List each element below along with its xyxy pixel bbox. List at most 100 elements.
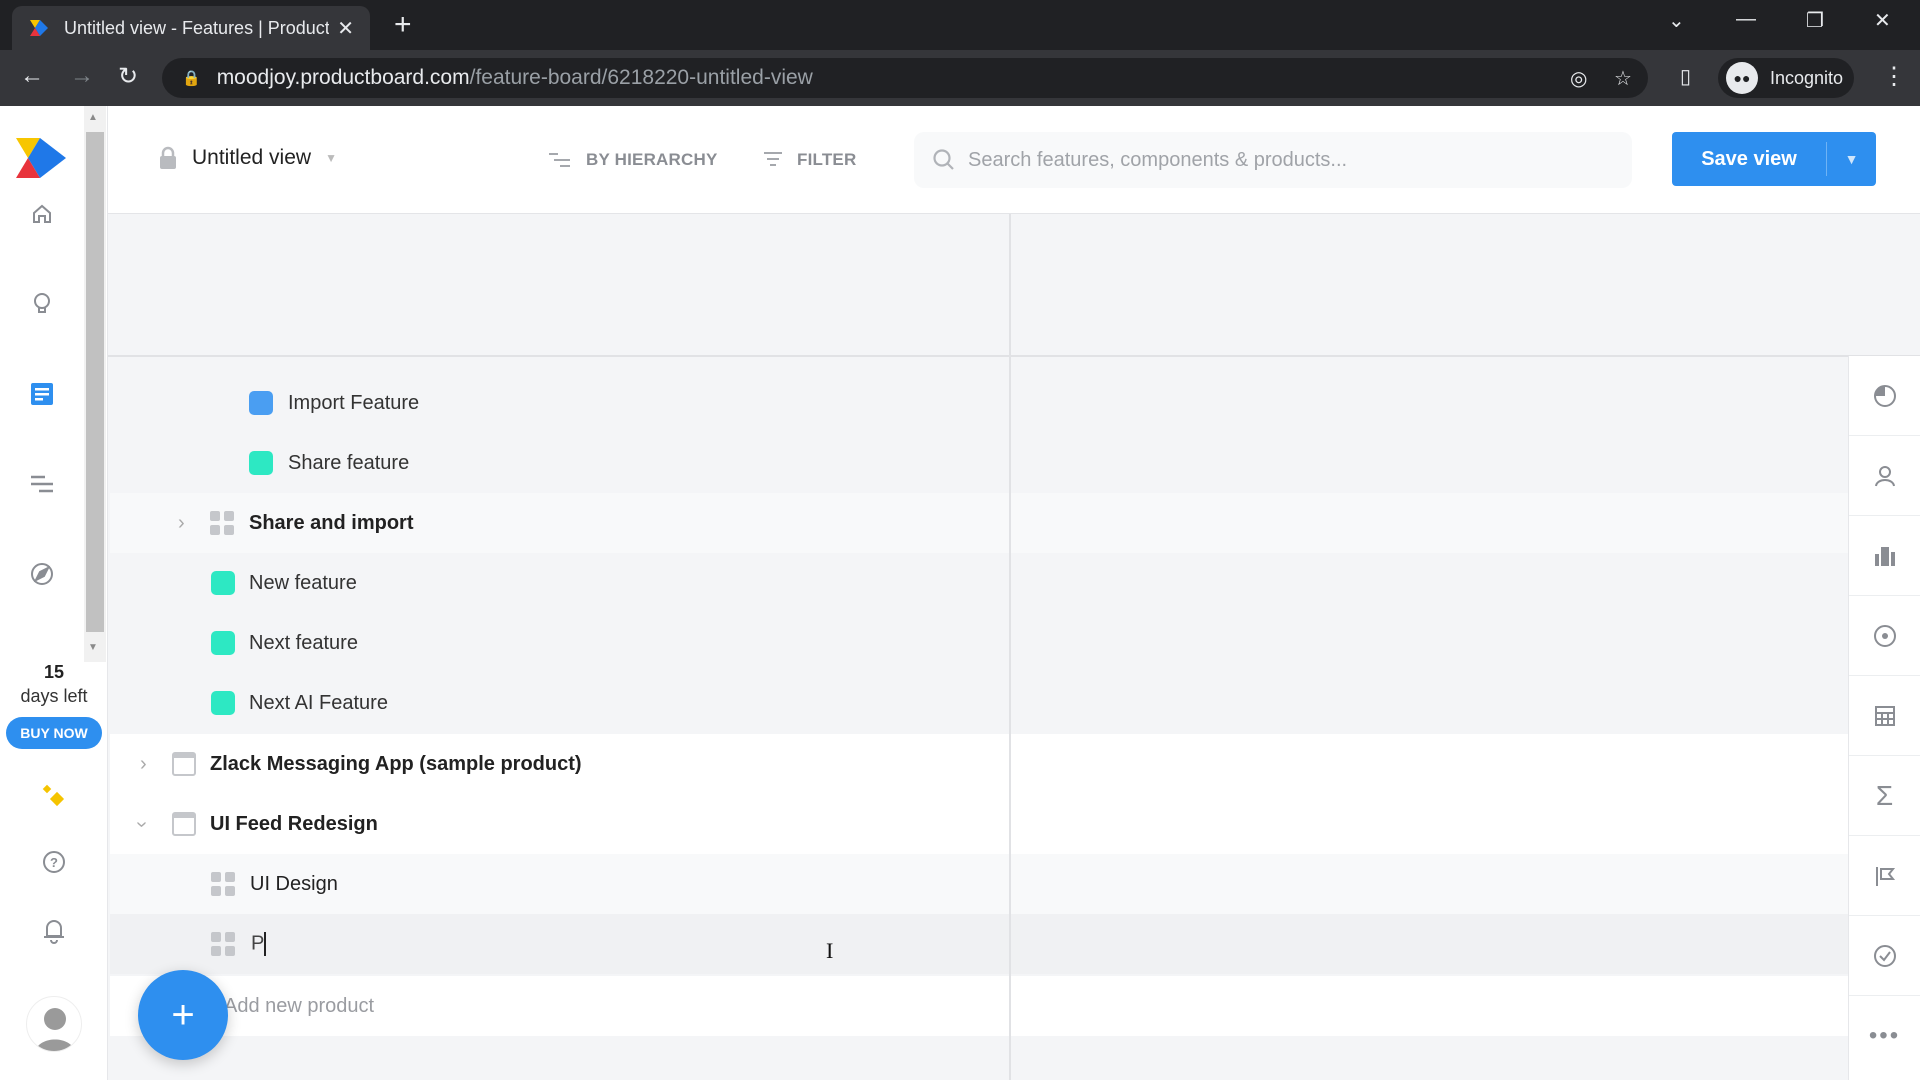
home-icon[interactable] <box>24 196 60 232</box>
collapse-chevron-icon[interactable]: › <box>130 821 153 828</box>
browser-tab[interactable]: Untitled view - Features | Product ✕ <box>12 6 370 50</box>
board-toolbar: Untitled view ▼ BY HIERARCHY FILTER Save… <box>108 106 1920 214</box>
row-label[interactable]: Share and import <box>249 512 413 535</box>
roadmap-lines-icon[interactable] <box>24 466 60 502</box>
row-label[interactable]: Next AI Feature <box>249 692 388 715</box>
chrome-menu-icon[interactable]: ⋮ <box>1882 62 1906 91</box>
new-tab-button[interactable]: + <box>394 8 412 42</box>
list-item[interactable]: Share feature <box>110 433 1848 493</box>
filter-label: FILTER <box>797 150 857 169</box>
expand-chevron-icon[interactable]: › <box>178 512 185 535</box>
lock-icon: 🔒 <box>182 70 201 87</box>
close-tab-icon[interactable]: ✕ <box>337 16 354 41</box>
incognito-profile[interactable]: ●● Incognito <box>1718 58 1854 98</box>
user-icon[interactable] <box>1849 436 1920 516</box>
search-box[interactable] <box>914 132 1632 188</box>
view-selector[interactable]: Untitled view ▼ <box>158 146 337 170</box>
mouse-text-cursor: I <box>826 938 834 963</box>
row-label[interactable]: Share feature <box>288 452 409 475</box>
feature-status-icon <box>211 631 235 655</box>
help-icon[interactable]: ? <box>36 844 72 880</box>
feature-status-icon <box>249 391 273 415</box>
browser-tab-strip: Untitled view - Features | Product ✕ + ⌄… <box>0 0 1920 50</box>
side-panel-icon[interactable]: ▯ <box>1680 64 1691 89</box>
reload-icon[interactable]: ↻ <box>118 62 138 91</box>
add-new-product-label[interactable]: Add new product <box>224 995 374 1018</box>
bookmark-star-icon[interactable]: ☆ <box>1614 66 1632 91</box>
url-host: moodjoy.productboard.com <box>216 66 470 89</box>
row-label[interactable]: New feature <box>249 572 357 595</box>
save-options-chevron-icon[interactable]: ▼ <box>1827 151 1876 167</box>
list-item-editing[interactable]: P <box>110 914 1848 974</box>
group-by-label: BY HIERARCHY <box>586 150 718 169</box>
incognito-icon: ●● <box>1726 62 1758 94</box>
search-input[interactable] <box>968 148 1608 172</box>
component-icon <box>211 872 235 896</box>
row-label[interactable]: Next feature <box>249 632 358 655</box>
incognito-label: Incognito <box>1770 67 1844 88</box>
compass-icon[interactable] <box>24 556 60 592</box>
user-avatar[interactable] <box>26 996 82 1052</box>
sigma-icon[interactable]: Σ <box>1849 756 1920 836</box>
minimize-button[interactable]: — <box>1736 8 1756 31</box>
forward-icon[interactable]: → <box>70 62 94 90</box>
list-item[interactable]: UI Design <box>110 854 1848 914</box>
tab-search-icon[interactable]: ⌄ <box>1668 8 1685 33</box>
document-list-icon[interactable] <box>24 376 60 412</box>
save-view-button[interactable]: Save view ▼ <box>1672 132 1876 186</box>
group-by-hierarchy-button[interactable]: BY HIERARCHY <box>548 150 718 170</box>
add-fab-button[interactable]: + <box>138 970 228 1060</box>
list-item[interactable]: New feature <box>110 553 1848 613</box>
search-icon <box>933 149 954 170</box>
calculator-icon[interactable] <box>1849 676 1920 756</box>
svg-text:?: ? <box>50 855 58 870</box>
restore-button[interactable]: ❐ <box>1806 8 1824 33</box>
column-divider[interactable] <box>1009 214 1011 1080</box>
list-item[interactable]: Next feature <box>110 613 1848 673</box>
input-value: P <box>251 932 265 955</box>
list-item[interactable]: › Zlack Messaging App (sample product) <box>110 734 1848 794</box>
row-label[interactable]: Import Feature <box>288 392 419 415</box>
scroll-down-arrow-icon[interactable]: ▼ <box>88 642 98 653</box>
scrollbar-thumb[interactable] <box>86 132 104 632</box>
check-circle-icon[interactable] <box>1849 916 1920 996</box>
buy-now-button[interactable]: BUY NOW <box>6 717 102 749</box>
more-icon[interactable]: ••• <box>1849 996 1920 1076</box>
product-icon <box>172 752 196 776</box>
view-name: Untitled view <box>192 146 312 169</box>
list-item[interactable]: › Share and import <box>110 493 1848 553</box>
productboard-logo[interactable] <box>14 136 70 182</box>
list-item[interactable]: Next AI Feature <box>110 673 1848 733</box>
tracking-eye-icon[interactable]: ◎ <box>1570 66 1587 91</box>
target-icon[interactable] <box>1849 596 1920 676</box>
trial-days-count: 15 <box>43 662 65 682</box>
left-nav-scrollbar[interactable]: ▲ ▼ <box>84 106 106 662</box>
lightbulb-icon[interactable] <box>24 286 60 322</box>
notifications-bell-icon[interactable] <box>36 912 72 948</box>
address-bar[interactable]: 🔒 moodjoy.productboard.com/feature-board… <box>162 58 1648 98</box>
save-view-label: Save view <box>1701 147 1797 170</box>
row-label[interactable]: UI Feed Redesign <box>210 813 378 836</box>
row-label[interactable]: Zlack Messaging App (sample product) <box>210 753 582 776</box>
trial-days-label: days left <box>20 686 88 706</box>
view-lock-icon <box>160 146 176 169</box>
list-item[interactable]: Import Feature <box>110 373 1848 433</box>
scroll-up-arrow-icon[interactable]: ▲ <box>88 112 98 123</box>
view-dropdown-caret-icon[interactable]: ▼ <box>325 151 337 165</box>
add-new-product-row[interactable]: Add new product <box>110 976 1848 1036</box>
expand-chevron-icon[interactable]: › <box>140 753 147 776</box>
close-window-button[interactable]: ✕ <box>1874 8 1891 33</box>
filter-button[interactable]: FILTER <box>763 150 856 170</box>
row-label[interactable]: UI Design <box>250 873 338 896</box>
component-name-input[interactable]: P <box>251 932 267 956</box>
building-icon[interactable] <box>1849 516 1920 596</box>
pie-chart-icon[interactable] <box>1849 356 1920 436</box>
url-path: /feature-board/6218220-untitled-view <box>469 66 813 89</box>
back-icon[interactable]: ← <box>20 62 44 90</box>
productboard-favicon <box>30 20 48 36</box>
flag-icon[interactable] <box>1849 836 1920 916</box>
feature-status-icon <box>211 571 235 595</box>
sparkle-icon[interactable] <box>36 778 72 814</box>
list-item[interactable]: › UI Feed Redesign <box>110 794 1848 854</box>
component-icon <box>211 932 235 956</box>
